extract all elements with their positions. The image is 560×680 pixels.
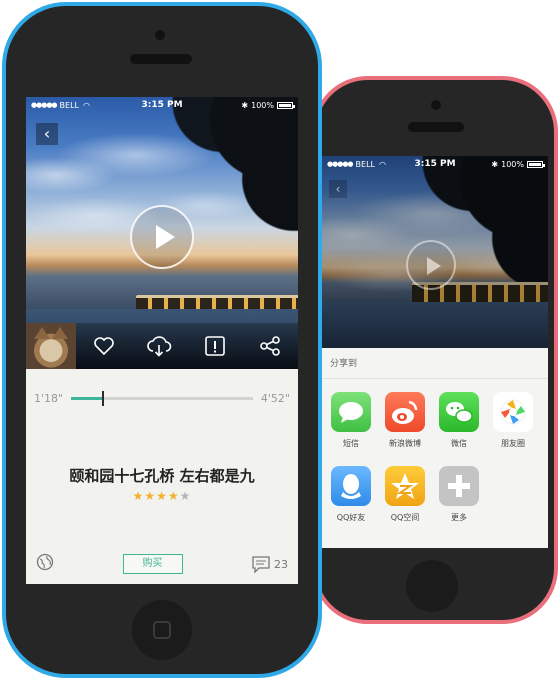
play-button[interactable] <box>130 205 194 269</box>
share-label-moments: 朋友圈 <box>501 439 525 448</box>
status-bar: ●●●●● BELL ◠ 3:15 PM ✱ 100% <box>322 156 548 172</box>
right-screen: ●●●●● BELL ◠ 3:15 PM ✱ 100% ‹ 分享到 短信 新浪微… <box>322 156 548 548</box>
share-title: 分享到 <box>330 359 358 369</box>
video-player: ●●●●● BELL ◠ 3:15 PM ✱ 100% ‹ <box>26 97 298 369</box>
share-label-qq: QQ好友 <box>336 513 366 522</box>
plus-icon <box>439 466 479 506</box>
play-button[interactable] <box>406 240 456 290</box>
seek-handle[interactable] <box>102 390 104 406</box>
action-bar <box>26 323 298 369</box>
back-button[interactable]: ‹ <box>36 123 58 145</box>
play-icon <box>156 225 175 249</box>
front-camera <box>155 30 165 40</box>
comment-icon <box>252 556 270 573</box>
download-button[interactable] <box>132 335 188 357</box>
total-time: 4'52" <box>260 391 290 405</box>
cloud-download-icon <box>147 336 172 357</box>
qzone-icon <box>385 466 425 506</box>
status-time: 3:15 PM <box>141 100 183 110</box>
qq-icon <box>331 466 371 506</box>
video-preview-dimmed: ●●●●● BELL ◠ 3:15 PM ✱ 100% ‹ <box>322 156 548 348</box>
pink-phone: ●●●●● BELL ◠ 3:15 PM ✱ 100% ‹ 分享到 短信 新浪微… <box>312 76 558 624</box>
seek-bar-fill <box>71 396 102 400</box>
star-empty-icon: ★ <box>179 489 192 503</box>
star-filled-icon: ★ <box>144 489 157 503</box>
speaker-grille <box>130 54 192 64</box>
front-camera <box>431 100 441 110</box>
share-more[interactable]: 更多 <box>434 466 484 523</box>
share-label-more: 更多 <box>451 513 467 522</box>
weibo-icon <box>385 392 425 432</box>
home-square-icon <box>153 621 171 639</box>
share-label-sms: 短信 <box>343 439 359 448</box>
share-sms[interactable]: 短信 <box>326 392 376 449</box>
avatar[interactable] <box>26 323 76 369</box>
report-button[interactable] <box>187 335 243 357</box>
left-screen: ●●●●● BELL ◠ 3:15 PM ✱ 100% ‹ 1'18" 4'52… <box>26 97 298 584</box>
share-weibo[interactable]: 新浪微博 <box>380 392 430 449</box>
share-moments[interactable]: 朋友圈 <box>488 392 538 449</box>
bottom-bar: 购买 23 <box>26 552 298 576</box>
home-button[interactable] <box>406 560 458 612</box>
seek-bar[interactable] <box>71 390 253 406</box>
status-time: 3:15 PM <box>414 159 456 169</box>
share-button[interactable] <box>243 335 299 357</box>
moments-icon <box>493 392 533 432</box>
play-icon <box>427 257 441 275</box>
share-sheet: 分享到 短信 新浪微博 微信 朋友圈 QQ好友 QQ空间 更多 <box>322 348 548 548</box>
share-wechat[interactable]: 微信 <box>434 392 484 449</box>
comment-count: 23 <box>274 557 288 571</box>
share-qq[interactable]: QQ好友 <box>326 466 376 523</box>
video-title: 颐和园十七孔桥 左右都是九 <box>69 467 255 485</box>
alert-icon <box>204 336 225 356</box>
home-button[interactable] <box>132 600 192 660</box>
globe-icon[interactable] <box>36 553 54 575</box>
playback-progress: 1'18" 4'52" <box>26 387 298 409</box>
blue-phone: ●●●●● BELL ◠ 3:15 PM ✱ 100% ‹ 1'18" 4'52… <box>2 2 322 678</box>
status-bar: ●●●●● BELL ◠ 3:15 PM ✱ 100% <box>26 97 298 113</box>
back-button[interactable]: ‹ <box>329 180 347 198</box>
wechat-icon <box>439 392 479 432</box>
share-label-weibo: 新浪微博 <box>389 439 421 448</box>
share-divider <box>322 378 548 379</box>
speaker-grille <box>408 122 464 132</box>
share-icon <box>260 336 281 356</box>
star-filled-icon: ★ <box>156 489 168 503</box>
share-label-qzone: QQ空间 <box>390 513 420 522</box>
star-filled-icon: ★ <box>167 489 180 503</box>
star-rating: ★★★★★ <box>26 489 298 503</box>
heart-icon <box>93 337 114 356</box>
battery-icon <box>527 160 545 168</box>
sms-icon <box>331 392 371 432</box>
chevron-left-icon: ‹ <box>43 124 51 143</box>
share-qzone[interactable]: QQ空间 <box>380 466 430 523</box>
share-label-wechat: 微信 <box>451 439 467 448</box>
elapsed-time: 1'18" <box>34 391 64 405</box>
star-filled-icon: ★ <box>132 489 145 503</box>
buy-button[interactable]: 购买 <box>122 554 183 574</box>
battery-icon <box>277 101 295 109</box>
comments-button[interactable]: 23 <box>251 555 288 573</box>
like-button[interactable] <box>76 336 132 356</box>
